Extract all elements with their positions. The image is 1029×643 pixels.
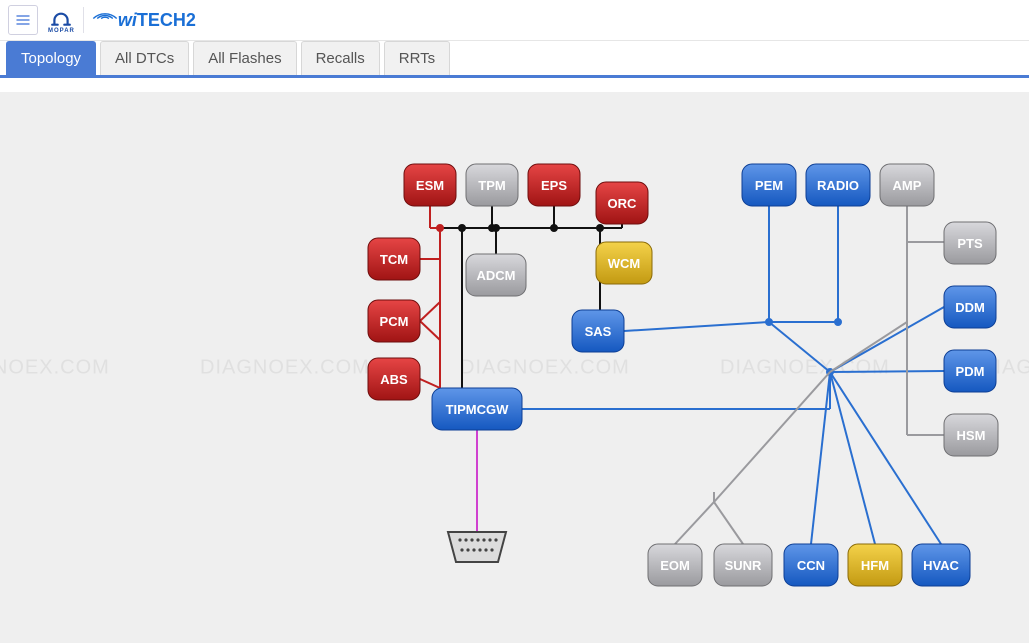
ecu-node-tipmcgw[interactable]: TIPMCGW — [432, 388, 522, 430]
hamburger-icon — [15, 12, 31, 28]
svg-text:EPS: EPS — [541, 178, 567, 193]
ecu-node-sas[interactable]: SAS — [572, 310, 624, 352]
svg-text:HSM: HSM — [957, 428, 986, 443]
svg-text:CCN: CCN — [797, 558, 825, 573]
links-red — [420, 206, 443, 388]
ecu-node-hvac[interactable]: HVAC — [912, 544, 970, 586]
svg-text:DDM: DDM — [955, 300, 985, 315]
ecu-node-eps[interactable]: EPS — [528, 164, 580, 206]
tab-topology[interactable]: Topology — [6, 41, 96, 75]
tab-recalls[interactable]: Recalls — [301, 41, 380, 75]
ecu-node-tpm[interactable]: TPM — [466, 164, 518, 206]
tab-rrts[interactable]: RRTs — [384, 41, 450, 75]
ecu-node-orc[interactable]: ORC — [596, 182, 648, 224]
logo-divider — [83, 7, 84, 33]
svg-text:PTS: PTS — [957, 236, 983, 251]
svg-text:RADIO: RADIO — [817, 178, 859, 193]
svg-text:PEM: PEM — [755, 178, 783, 193]
svg-text:HVAC: HVAC — [923, 558, 959, 573]
menu-button[interactable] — [8, 5, 38, 35]
ecu-node-hfm[interactable]: HFM — [848, 544, 902, 586]
ecu-node-amp[interactable]: AMP — [880, 164, 934, 206]
brand-logos: MOPAR wiTECH2 — [48, 6, 196, 34]
ecu-node-hsm[interactable]: HSM — [944, 414, 998, 456]
witech-prefix: wi — [118, 10, 137, 31]
svg-text:SUNR: SUNR — [725, 558, 762, 573]
ecu-node-tcm[interactable]: TCM — [368, 238, 420, 280]
mopar-logo: MOPAR — [48, 6, 75, 34]
topology-canvas: DIAGNOEX.COM DIAGNOEX.COM DIAGNOEX.COM D… — [0, 92, 1029, 643]
ecu-node-adcm[interactable]: ADCM — [466, 254, 526, 296]
witech-name: TECH — [137, 10, 186, 31]
svg-text:TPM: TPM — [478, 178, 505, 193]
ecu-node-pcm[interactable]: PCM — [368, 300, 420, 342]
witech-suffix: 2 — [186, 10, 196, 31]
ecu-node-pts[interactable]: PTS — [944, 222, 996, 264]
ecu-node-eom[interactable]: EOM — [648, 544, 702, 586]
app-header: MOPAR wiTECH2 — [0, 0, 1029, 41]
svg-text:ESM: ESM — [416, 178, 444, 193]
ecu-node-sunr[interactable]: SUNR — [714, 544, 772, 586]
tab-all-dtcs[interactable]: All DTCs — [100, 41, 189, 75]
topology-svg: ESM TPM EPS ORC TCM ADCM WCM PCM SAS ABS TIPMCGW PE… — [0, 92, 1029, 643]
svg-text:EOM: EOM — [660, 558, 690, 573]
svg-text:ORC: ORC — [608, 196, 638, 211]
ecu-node-abs[interactable]: ABS — [368, 358, 420, 400]
links-gray — [675, 206, 944, 544]
svg-text:TIPMCGW: TIPMCGW — [446, 402, 510, 417]
wifi-arcs-icon — [92, 4, 118, 20]
ecu-node-ccn[interactable]: CCN — [784, 544, 838, 586]
svg-text:WCM: WCM — [608, 256, 641, 271]
ecu-node-pem[interactable]: PEM — [742, 164, 796, 206]
ecu-node-esm[interactable]: ESM — [404, 164, 456, 206]
mopar-omega-icon — [50, 6, 72, 28]
obd-connector[interactable] — [448, 532, 506, 562]
ecu-node-ddm[interactable]: DDM — [944, 286, 996, 328]
svg-text:PCM: PCM — [380, 314, 409, 329]
tab-bar: Topology All DTCs All Flashes Recalls RR… — [0, 41, 1029, 78]
svg-text:TCM: TCM — [380, 252, 408, 267]
witech-logo: wiTECH2 — [92, 10, 196, 31]
ecu-node-wcm[interactable]: WCM — [596, 242, 652, 284]
links-black — [430, 206, 622, 388]
mopar-text: MOPAR — [48, 28, 75, 34]
ecu-node-radio[interactable]: RADIO — [806, 164, 870, 206]
links-blue — [522, 206, 944, 544]
tab-all-flashes[interactable]: All Flashes — [193, 41, 296, 75]
svg-text:AMP: AMP — [893, 178, 922, 193]
svg-text:HFM: HFM — [861, 558, 889, 573]
svg-text:PDM: PDM — [956, 364, 985, 379]
svg-text:ADCM: ADCM — [477, 268, 516, 283]
svg-text:ABS: ABS — [380, 372, 408, 387]
svg-text:SAS: SAS — [585, 324, 612, 339]
ecu-node-pdm[interactable]: PDM — [944, 350, 996, 392]
